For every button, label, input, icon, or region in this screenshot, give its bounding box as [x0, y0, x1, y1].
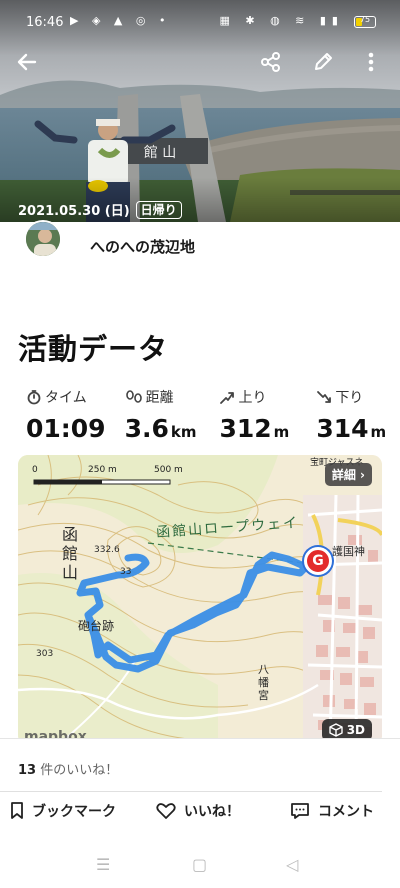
trip-type-badge: 日帰り	[135, 200, 182, 219]
descent-icon	[317, 391, 332, 403]
map-label-elevation-33: 33	[120, 567, 132, 577]
bookmark-icon	[11, 802, 23, 819]
likes-text: 件のいいね！	[36, 763, 119, 778]
heart-icon	[156, 803, 176, 819]
ascent-icon	[220, 392, 235, 404]
status-time: 16:46	[26, 15, 64, 30]
avatar[interactable]	[24, 220, 62, 258]
divider	[0, 791, 382, 792]
stat-label: タイム	[45, 390, 87, 406]
status-bar: 16:46 ▶ ◈ ▲ ◎ • ▦ ✱ ◍ ≋ ▮▮ 75	[0, 0, 400, 44]
action-bar: ブックマーク いいね！ コメント	[0, 801, 400, 833]
map-label-elevation-303: 303	[36, 649, 54, 659]
comment-button[interactable]: コメント	[290, 801, 374, 821]
back-button[interactable]	[16, 51, 48, 83]
hero-photo: 館 山 16:46 ▶ ◈ ▲ ◎ • ▦ ✱ ◍ ≋ ▮▮ 75	[0, 0, 400, 222]
share-icon	[261, 52, 280, 72]
bookmark-button[interactable]: ブックマーク	[10, 801, 116, 821]
section-title-activity-data: 活動データ	[18, 332, 169, 366]
stat-value: 01:09	[26, 414, 106, 443]
home-nav-button[interactable]: ▢	[192, 855, 207, 874]
route-map[interactable]: 0 250 m 500 m 函館山ロープウェイ 函館山 砲台跡 332.6 33…	[18, 455, 382, 745]
like-label: いいね！	[184, 804, 240, 820]
more-button[interactable]	[360, 51, 392, 83]
footsteps-icon	[125, 390, 142, 403]
menu-nav-button[interactable]: ☰	[96, 855, 110, 874]
map-label-mountain: 函館山	[62, 525, 79, 582]
cube-icon	[328, 723, 343, 737]
battery-level: 75	[359, 15, 371, 24]
stat-unit: km	[170, 423, 197, 441]
goal-marker[interactable]: G	[304, 547, 332, 575]
edit-button[interactable]	[312, 51, 344, 83]
topo-map	[18, 455, 382, 745]
map-3d-label: 3D	[346, 723, 365, 737]
activity-date: 2021.05.30 (日)	[18, 204, 130, 219]
back-nav-button[interactable]: ◁	[286, 855, 298, 874]
comment-icon	[291, 803, 309, 819]
more-vertical-icon	[368, 52, 374, 72]
stats-row: タイム 01:09 距離 3.6 km 上り 312 m 下り 314 m	[16, 386, 386, 443]
scale-label-500: 500 m	[154, 465, 183, 475]
pencil-icon	[315, 53, 332, 70]
stat-time: タイム 01:09	[16, 386, 108, 443]
likes-summary[interactable]: 13 件のいいね！	[18, 759, 118, 778]
map-label-battery-site: 砲台跡	[78, 619, 115, 633]
stat-unit: m	[273, 423, 290, 441]
map-label-elevation-332: 332.6	[94, 545, 120, 555]
like-button[interactable]: いいね！	[156, 801, 240, 821]
stopwatch-icon	[27, 390, 41, 405]
scale-label-0: 0	[32, 465, 38, 475]
stat-unit: m	[370, 423, 387, 441]
map-label-hachiman: 八幡宮	[258, 663, 269, 702]
share-button[interactable]	[260, 51, 292, 83]
activity-date-row: 2021.05.30 (日) 日帰り	[18, 200, 182, 219]
system-nav-bar: ☰ ▢ ◁	[0, 851, 400, 879]
map-label-gokoku: 護国神	[332, 545, 365, 558]
stat-value: 314	[316, 414, 369, 443]
stat-label: 下り	[335, 390, 364, 406]
stat-label: 距離	[145, 390, 174, 406]
map-detail-button[interactable]: 詳細 ›	[324, 463, 372, 486]
system-icons: ▦ ✱ ◍ ≋ ▮▮	[219, 14, 344, 27]
author-name[interactable]: へのへの茂辺地	[90, 236, 195, 257]
arrow-left-icon	[17, 53, 37, 71]
stat-value: 312	[219, 414, 272, 443]
bottom-action-panel: 13 件のいいね！ ブックマーク いいね！ コメント ☰ ▢ ◁	[0, 738, 400, 888]
stat-descent: 下り 314 m	[289, 386, 386, 443]
bookmark-label: ブックマーク	[32, 804, 116, 820]
stat-value: 3.6	[124, 414, 169, 443]
avatar-image	[26, 222, 60, 256]
comment-label: コメント	[318, 804, 374, 820]
stat-label: 上り	[238, 390, 267, 406]
stat-ascent: 上り 312 m	[196, 386, 289, 443]
likes-count: 13	[18, 763, 37, 778]
notification-icons: ▶ ◈ ▲ ◎ •	[70, 14, 171, 27]
scale-label-250: 250 m	[88, 465, 117, 475]
battery-icon: 75	[354, 15, 376, 28]
stat-distance: 距離 3.6 km	[108, 386, 197, 443]
